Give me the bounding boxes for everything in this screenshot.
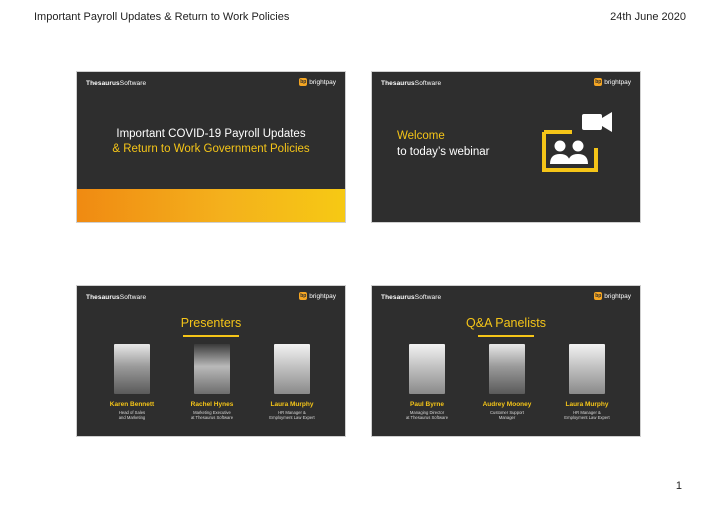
person-card: Rachel Hynes Marketing Executive at Thesa… xyxy=(172,344,252,421)
welcome-text: Welcome to today’s webinar xyxy=(397,130,490,158)
brightpay-mark-icon: bp xyxy=(594,78,603,86)
thesaurus-logo: ThesaurusSoftware xyxy=(381,80,442,87)
slide-presenters[interactable]: ThesaurusSoftware bp brightpay Presenter… xyxy=(76,285,346,437)
slide-panelists[interactable]: ThesaurusSoftware bp brightpay Q&A Panel… xyxy=(371,285,641,437)
person-card: Laura Murphy HR Manager & Employment Law … xyxy=(547,344,627,421)
gradient-band xyxy=(77,189,345,222)
slide-title[interactable]: ThesaurusSoftware bp brightpay Important… xyxy=(76,71,346,223)
presenters-heading: Presenters xyxy=(180,316,242,330)
webinar-video-icon xyxy=(542,112,612,172)
slide-welcome[interactable]: ThesaurusSoftware bp brightpay Welcome t… xyxy=(371,71,641,223)
brightpay-mark-icon: bp xyxy=(299,292,308,300)
person-photo xyxy=(274,344,310,394)
thesaurus-logo: ThesaurusSoftware xyxy=(86,294,147,301)
thesaurus-logo: ThesaurusSoftware xyxy=(381,294,442,301)
person-photo xyxy=(409,344,445,394)
page-number: 1 xyxy=(675,480,682,492)
presenters-list: Karen Bennett Head of Sales and Marketing… xyxy=(77,344,345,434)
brightpay-mark-icon: bp xyxy=(594,292,603,300)
handout-date: 24th June 2020 xyxy=(610,11,686,23)
person-card: Karen Bennett Head of Sales and Marketing xyxy=(92,344,172,421)
heading-underline xyxy=(478,335,534,337)
brightpay-logo: bp brightpay xyxy=(299,78,336,86)
brightpay-logo: bp brightpay xyxy=(299,292,336,300)
person-card: Laura Murphy HR Manager & Employment Law … xyxy=(252,344,332,421)
person-card: Paul Byrne Managing Director at Thesaurus… xyxy=(387,344,467,421)
person-photo xyxy=(194,344,230,394)
brightpay-logo: bp brightpay xyxy=(594,292,631,300)
person-photo xyxy=(489,344,525,394)
person-photo xyxy=(569,344,605,394)
brightpay-logo: bp brightpay xyxy=(594,78,631,86)
person-card: Audrey Mooney Customer Support Manager xyxy=(467,344,547,421)
person-photo xyxy=(114,344,150,394)
brightpay-mark-icon: bp xyxy=(299,78,308,86)
heading-underline xyxy=(183,335,239,337)
panelists-list: Paul Byrne Managing Director at Thesaurus… xyxy=(372,344,640,434)
slide-title-text: Important COVID-19 Payroll Updates & Ret… xyxy=(112,128,310,155)
handout-title: Important Payroll Updates & Return to Wo… xyxy=(34,11,290,23)
panelists-heading: Q&A Panelists xyxy=(466,316,546,330)
thesaurus-logo: ThesaurusSoftware xyxy=(86,80,147,87)
